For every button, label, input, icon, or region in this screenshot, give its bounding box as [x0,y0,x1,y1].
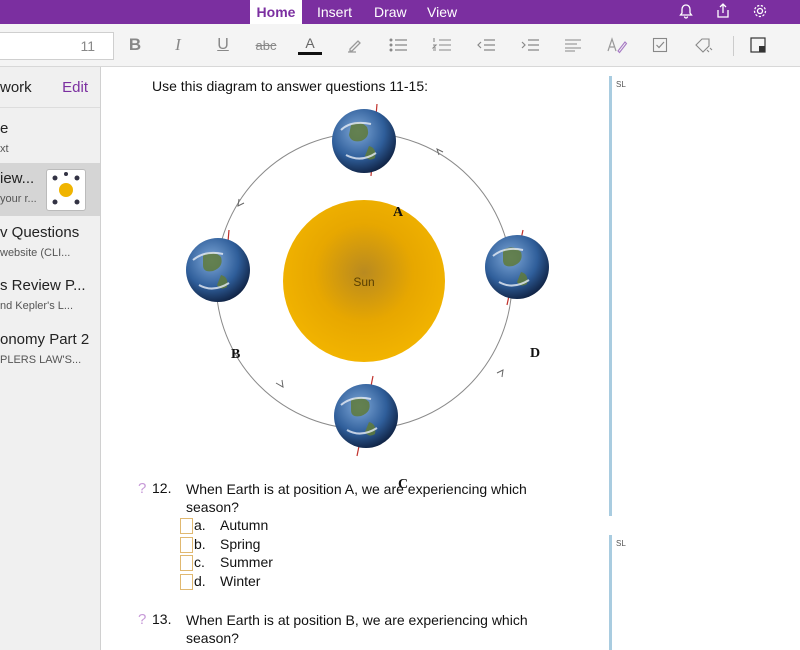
tag-icon[interactable] [690,33,718,57]
edit-button[interactable]: Edit [62,79,88,96]
question-12: ? 12. When Earth is at position A, we ar… [138,480,558,590]
position-label-d: D [530,346,540,361]
font-size-value: 11 [80,38,95,54]
page-title: onomy Part 2 [0,331,90,348]
orbit-diagram: Sun A B C D [186,103,549,492]
side-tag: SL [616,539,626,548]
tab-insert[interactable]: Insert [317,0,352,24]
page-item-selected[interactable]: iew... your r... [0,163,100,216]
tab-draw[interactable]: Draw [374,0,407,24]
outdent-icon[interactable] [472,33,500,57]
italic-icon[interactable]: I [164,33,192,57]
page-item[interactable]: s Review P... nd Kepler's L... [0,270,100,323]
page-item[interactable]: onomy Part 2 PLERS LAW'S... [0,324,100,377]
section-title: work [0,79,32,96]
earth-position-b [186,229,250,302]
column-divider [609,76,612,516]
page-preview: xt [0,143,9,155]
earth-position-a [332,103,396,177]
option-letter: a. [194,517,206,533]
font-color-icon[interactable]: A [296,33,324,57]
numbered-list-icon[interactable] [428,33,456,57]
question-number: 12. [152,480,172,496]
tab-view[interactable]: View [427,0,457,24]
gear-icon[interactable] [748,0,772,22]
option-text: Winter [220,573,261,589]
bullet-list-icon[interactable] [384,33,412,57]
bold-icon[interactable]: B [121,33,149,57]
option-checkbox[interactable] [180,555,193,571]
sun-label: Sun [353,275,374,289]
side-tag: SL [616,80,626,89]
orbit-arrow-icon [237,198,245,207]
more-icon[interactable] [744,33,772,57]
ribbon-divider [733,36,734,56]
option-letter: c. [194,554,205,570]
option-text: Autumn [220,517,269,533]
page-preview: your r... [0,193,37,205]
page-title: s Review P... [0,277,86,294]
ribbon-tab-bar: Home Insert Draw View [0,0,800,24]
highlight-icon[interactable] [340,33,368,57]
orbit-arrow-icon [496,369,504,378]
page-list-sidebar: work Edit e xt iew... your r... v Questi… [0,67,101,650]
page-thumbnail [46,169,86,211]
position-label-b: B [231,347,240,362]
formatting-ribbon: 11 B I U abc A [0,24,800,67]
tab-home[interactable]: Home [250,0,302,24]
page-item[interactable]: v Questions website (CLI... [0,217,100,270]
question-13: ? 13. When Earth is at position B, we ar… [138,611,558,649]
strikethrough-icon[interactable]: abc [252,33,280,57]
font-size-field[interactable]: 11 [0,32,114,60]
option-letter: d. [194,573,206,589]
share-icon[interactable] [711,0,735,22]
sidebar-header: work Edit [0,67,100,108]
question-text: When Earth is at position B, we are expe… [186,612,528,646]
indent-icon[interactable] [516,33,544,57]
option-letter: b. [194,536,206,552]
page-title: iew... [0,170,35,187]
question-icon[interactable]: ? [138,611,146,628]
page-preview: PLERS LAW'S... [0,354,82,366]
note-canvas[interactable]: Use this diagram to answer questions 11-… [101,67,800,650]
page-title: e [0,120,9,137]
earth-position-d [485,229,549,306]
page-item[interactable]: e xt [0,113,100,166]
option-text: Spring [220,536,261,552]
orbit-arrow-icon [275,379,284,388]
page-preview: website (CLI... [0,247,71,259]
question-number: 13. [152,611,172,627]
underline-icon[interactable]: U [209,33,237,57]
question-text: When Earth is at position A, we are expe… [186,481,527,515]
styles-icon[interactable] [603,33,631,57]
instructions-text: Use this diagram to answer questions 11-… [152,78,428,94]
align-icon[interactable] [559,33,587,57]
option-checkbox[interactable] [180,518,193,534]
column-divider [609,535,612,650]
todo-tag-icon[interactable] [646,33,674,57]
option-checkbox[interactable] [180,537,193,553]
option-text: Summer [220,554,273,570]
page-title: v Questions [0,224,80,241]
question-icon[interactable]: ? [138,480,146,497]
earth-position-c [334,375,398,457]
option-checkbox[interactable] [180,574,193,590]
page-preview: nd Kepler's L... [0,300,74,312]
bell-icon[interactable] [674,0,698,22]
position-label-a: A [393,205,404,220]
